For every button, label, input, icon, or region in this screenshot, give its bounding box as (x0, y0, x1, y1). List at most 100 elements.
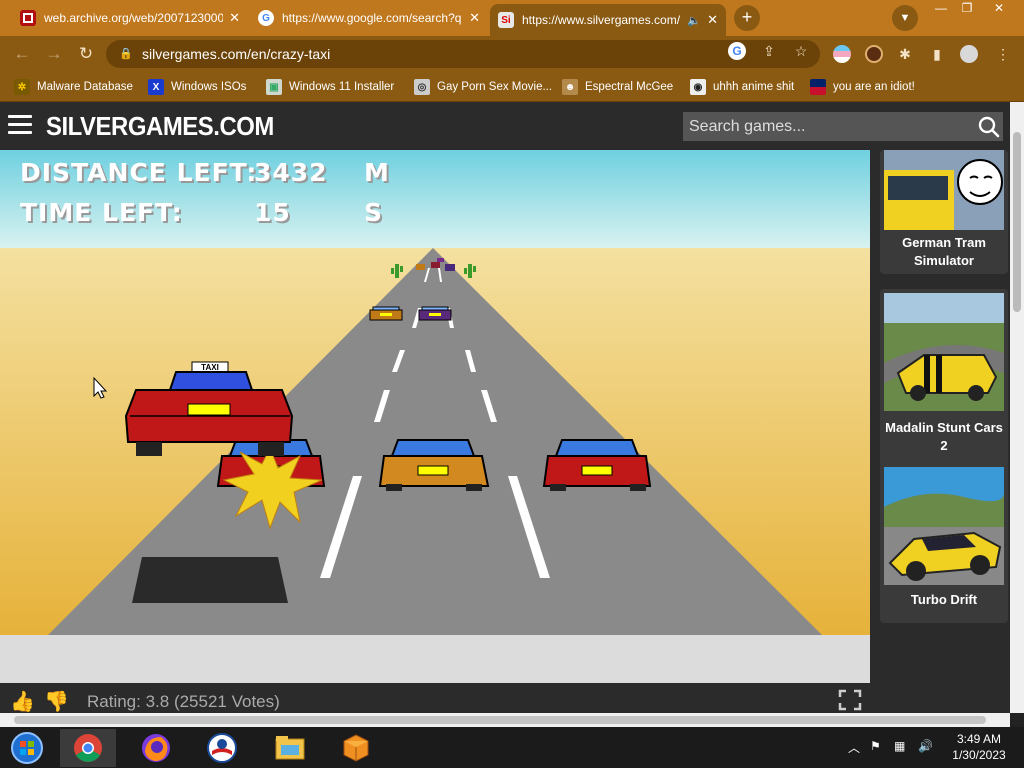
volume-icon[interactable]: 🔊 (918, 739, 933, 753)
related-games-sidebar: German Tram Simulator Madalin Stunt Cars… (870, 150, 1010, 713)
horizontal-scrollbar[interactable] (0, 713, 1010, 727)
chevron-down-icon[interactable]: ▼ (892, 5, 918, 31)
car-near-center (378, 439, 490, 491)
thumbnail-icon: ◎ (414, 79, 430, 95)
clock-date: 1/30/2023 (952, 748, 1006, 762)
rating-text: Rating: 3.8 (25521 Votes) (87, 692, 280, 711)
thumbs-down-icon[interactable]: 👎 (44, 689, 72, 713)
browser-toolbar: ← → ↻ 🔒 silvergames.com/en/crazy-taxi G … (0, 36, 1024, 72)
google-lens-icon[interactable]: G (728, 42, 746, 60)
game-info-bar: 👍 👎 Rating: 3.8 (25521 Votes) (0, 635, 870, 713)
bookmark-label: Malware Database (37, 81, 133, 93)
package-icon[interactable] (328, 729, 384, 767)
share-icon[interactable]: ⇪ (760, 42, 778, 60)
game-title: German Tram Simulator (902, 235, 986, 268)
close-window-icon[interactable]: ✕ (984, 0, 1014, 18)
trans-flag-extension-icon[interactable] (833, 45, 851, 63)
reload-icon[interactable]: ↻ (74, 42, 98, 66)
car-near-right (542, 439, 652, 491)
close-tab-icon[interactable]: ✕ (469, 10, 480, 26)
network-icon[interactable]: ▦ (894, 739, 905, 753)
game-card-madalin-stunt-cars-2[interactable]: Madalin Stunt Cars 2 (880, 289, 1008, 467)
vertical-scrollbar[interactable] (1010, 102, 1024, 713)
speaker-icon[interactable]: 🔈 (687, 14, 701, 27)
profile-icon[interactable] (960, 45, 978, 63)
side-panel-icon[interactable]: ▮ (928, 45, 946, 63)
system-clock[interactable]: 3:49 AM 1/30/2023 (944, 731, 1014, 763)
taxi-sign-text: TAXI (201, 363, 219, 372)
avatar-extension-icon[interactable] (865, 45, 883, 63)
game-thumbnail (884, 293, 1004, 411)
bookmark-label: Windows ISOs (171, 81, 247, 93)
bookmark-windows-isos[interactable]: X Windows ISOs (148, 76, 246, 98)
bookmark-malware-database[interactable]: ✲ Malware Database (14, 76, 133, 98)
more-menu-icon[interactable]: ⋮ (994, 45, 1012, 63)
new-tab-button[interactable]: + (734, 5, 760, 31)
screen: web.archive.org/web/20071230001 ✕ G http… (0, 0, 1024, 768)
google-icon: G (258, 10, 274, 26)
distance-unit: M (364, 158, 390, 187)
tab-title: https://www.silvergames.com/ (522, 13, 681, 27)
bookmark-label: Gay Porn Sex Movie... (437, 81, 553, 93)
distance-value: 3432 (254, 158, 328, 187)
windows-start-icon[interactable] (0, 729, 54, 767)
file-explorer-icon[interactable] (262, 729, 318, 767)
puzzle-icon[interactable]: ✱ (896, 45, 914, 63)
star-icon[interactable]: ☆ (792, 42, 810, 60)
bookmark-you-are-an-idiot[interactable]: you are an idiot! (810, 76, 915, 98)
tab-archive[interactable]: web.archive.org/web/20071230001 ✕ (12, 4, 248, 32)
game-card-turbo-drift[interactable]: Turbo Drift (880, 463, 1008, 623)
forward-arrow-icon[interactable]: → (42, 42, 66, 66)
bookmarks-bar: ✲ Malware Database X Windows ISOs ▣ Wind… (0, 72, 1024, 102)
game-controls-bar: 👍 👎 Rating: 3.8 (25521 Votes) (0, 683, 870, 713)
game-card-german-tram-simulator[interactable]: German Tram Simulator (880, 150, 1008, 274)
tab-title: web.archive.org/web/20071230001 (44, 11, 224, 25)
time-value: 15 (254, 198, 291, 227)
tab-strip: web.archive.org/web/20071230001 ✕ G http… (0, 0, 1024, 36)
bookmark-espectral-mcgee[interactable]: ☻ Espectral McGee (562, 76, 673, 98)
fullscreen-icon[interactable] (838, 689, 862, 711)
bookmark-windows-11-installer[interactable]: ▣ Windows 11 Installer (266, 76, 394, 98)
close-tab-icon[interactable]: ✕ (707, 12, 718, 28)
silvergames-icon: Si (498, 12, 514, 28)
obama-icon[interactable] (194, 729, 250, 767)
time-unit: S (364, 198, 384, 227)
game-title: Madalin Stunt Cars 2 (885, 420, 1003, 453)
firefox-icon[interactable] (128, 729, 184, 767)
restore-icon[interactable]: ❐ (952, 0, 982, 18)
chrome-icon[interactable] (60, 729, 116, 767)
tab-title: https://www.google.com/search?q (282, 11, 462, 25)
thumbs-up-icon[interactable]: 👍 (10, 689, 38, 713)
game-title: Turbo Drift (910, 592, 978, 607)
game-canvas[interactable]: TAXI DISTANCE LEFT: 3432 M TIME LEFT: 15… (0, 150, 870, 635)
windows-taskbar: ︿ ⚑ ▦ 🔊 3:49 AM 1/30/2023 (0, 727, 1024, 768)
bug-icon: ✲ (14, 79, 30, 95)
tab-google[interactable]: G https://www.google.com/search?q ✕ (250, 4, 488, 32)
site-logo[interactable]: SILVERGAMES.COM (46, 111, 274, 142)
bookmark-label: uhhh anime shit (713, 81, 795, 93)
address-bar[interactable]: 🔒 silvergames.com/en/crazy-taxi (106, 40, 820, 68)
bookmark-label: Windows 11 Installer (289, 81, 395, 93)
flag-icon (810, 79, 826, 95)
search-icon[interactable] (978, 116, 1000, 138)
image-icon: ▣ (266, 79, 282, 95)
back-arrow-icon[interactable]: ← (10, 42, 34, 66)
anime-icon: ◉ (690, 79, 706, 95)
horizontal-scroll-thumb[interactable] (14, 716, 986, 724)
search-input[interactable] (683, 112, 1003, 141)
site-header: SILVERGAMES.COM (0, 102, 1010, 150)
url-text: silvergames.com/en/crazy-taxi (142, 46, 331, 62)
tray-expand-icon[interactable]: ︿ (848, 739, 860, 756)
game-thumbnail (884, 467, 1004, 585)
hamburger-menu-icon[interactable] (8, 115, 32, 135)
car-mid-right (418, 306, 452, 321)
game-thumbnail (884, 150, 1004, 230)
action-center-flag-icon[interactable]: ⚑ (870, 739, 881, 753)
bookmark-4[interactable]: ◎ Gay Porn Sex Movie... (414, 76, 552, 98)
close-tab-icon[interactable]: ✕ (229, 10, 240, 26)
distance-label: DISTANCE LEFT: (20, 158, 258, 187)
bookmark-label: Espectral McGee (585, 81, 674, 93)
vertical-scroll-thumb[interactable] (1013, 132, 1021, 312)
tab-silvergames[interactable]: Si https://www.silvergames.com/ 🔈 ✕ (490, 4, 726, 36)
bookmark-anime[interactable]: ◉ uhhh anime shit (690, 76, 794, 98)
